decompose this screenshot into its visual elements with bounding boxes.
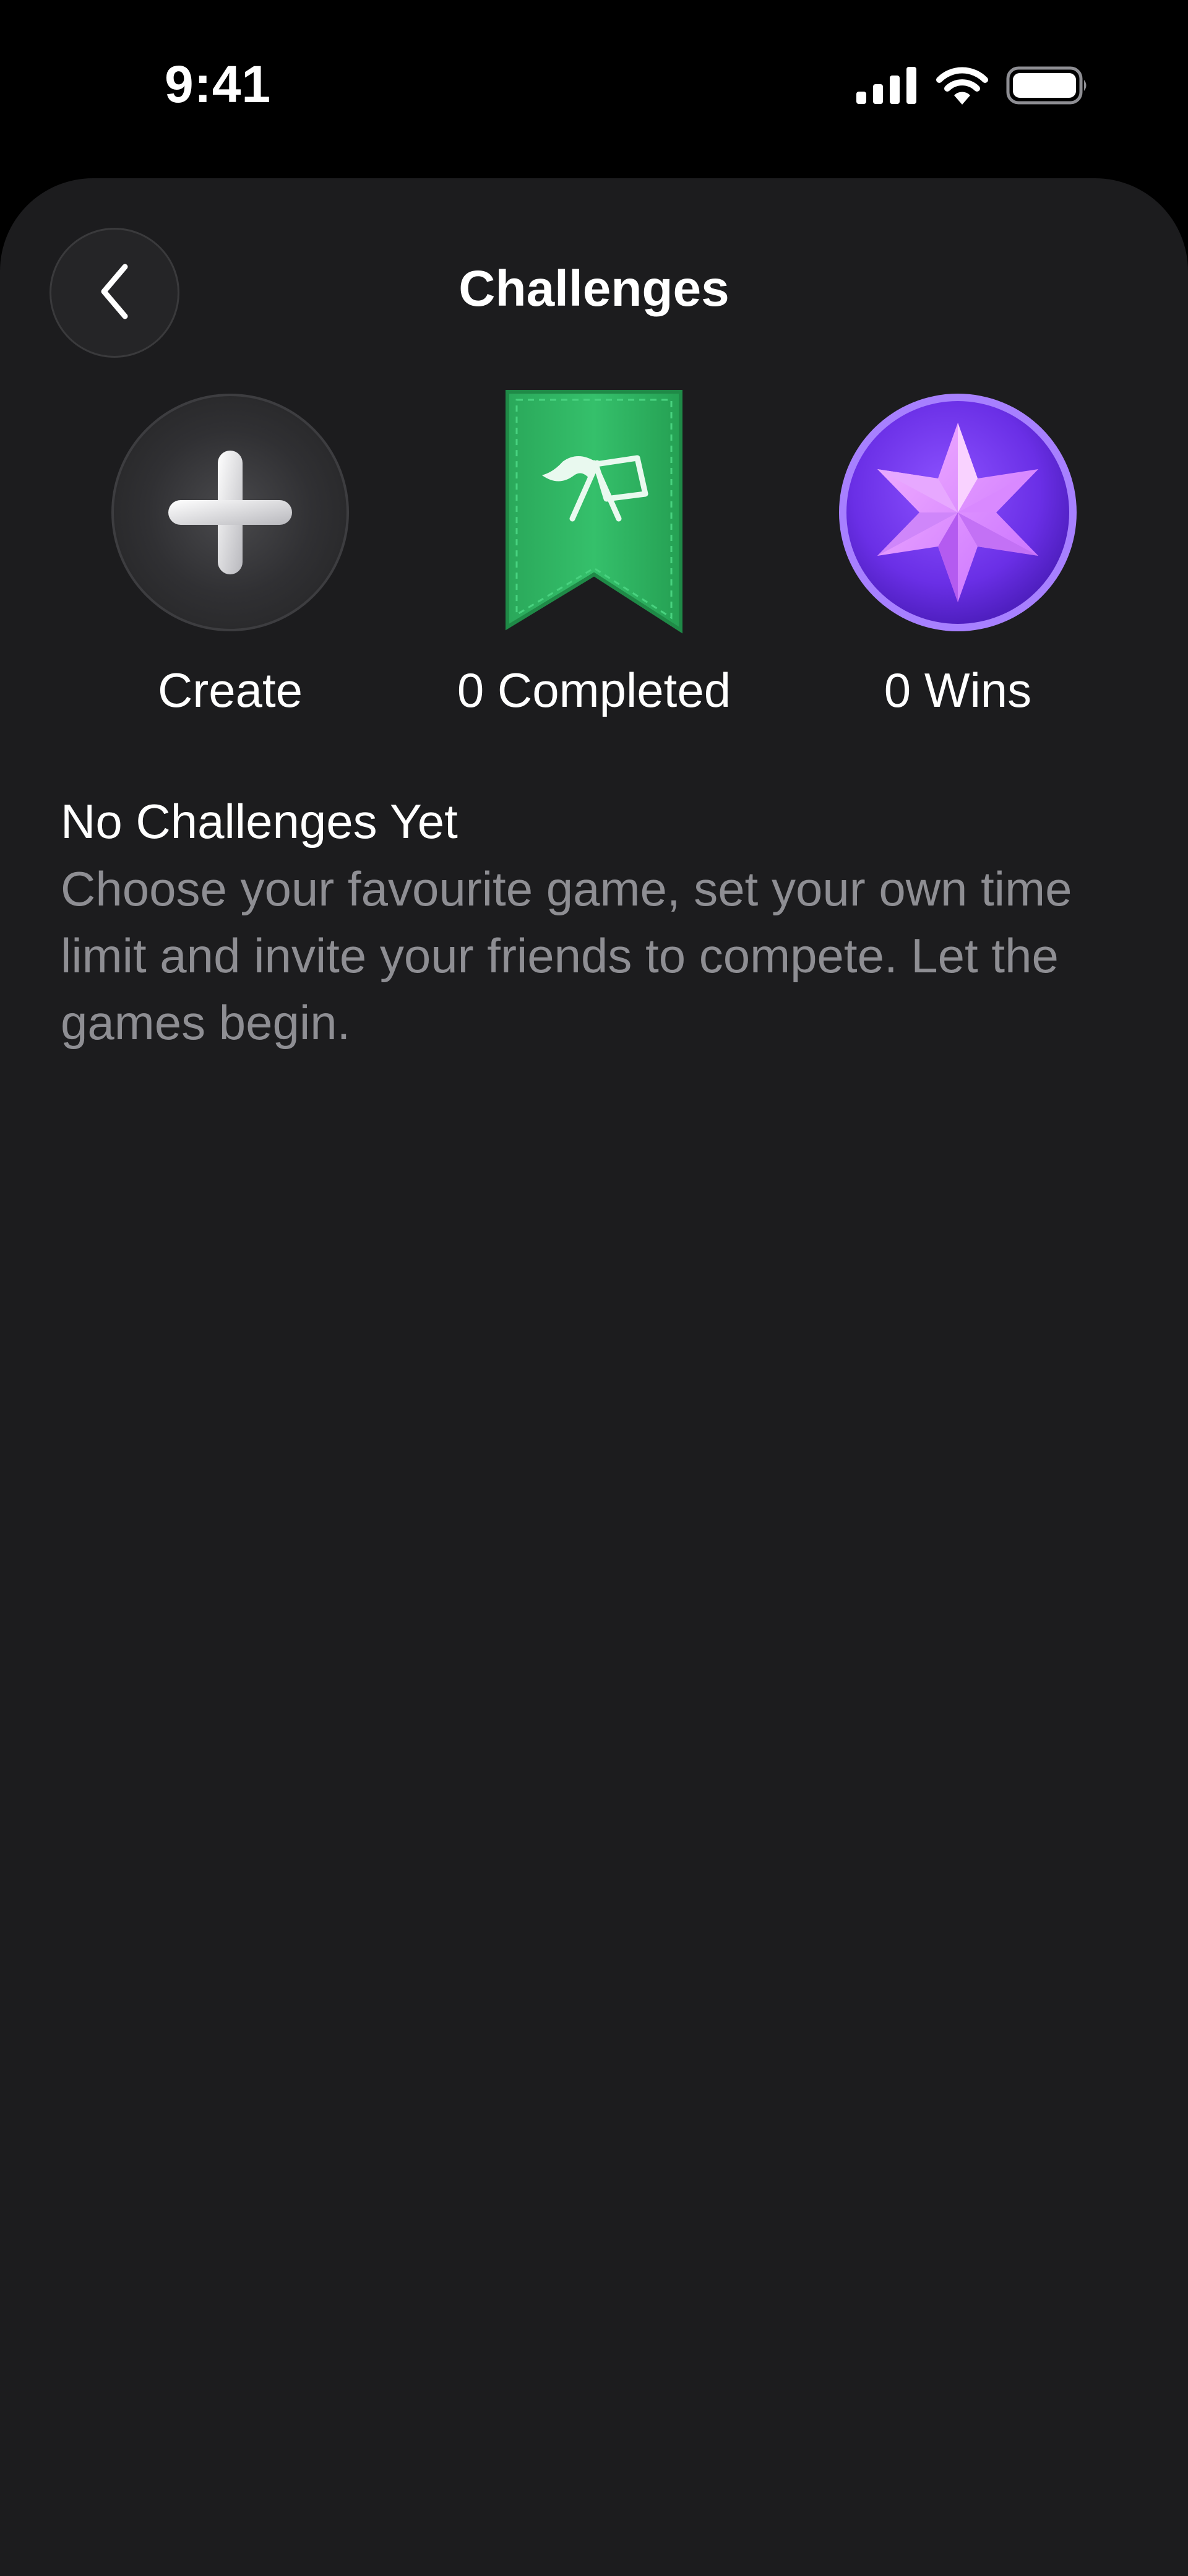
status-icons bbox=[856, 64, 1089, 109]
create-label: Create bbox=[157, 663, 303, 717]
status-time: 9:41 bbox=[165, 55, 272, 113]
wins-label: 0 Wins bbox=[884, 663, 1032, 717]
flags-banner-icon bbox=[504, 389, 684, 639]
empty-state-title: No Challenges Yet bbox=[61, 794, 458, 849]
completed-challenges-button[interactable]: 0 Completed bbox=[421, 389, 767, 737]
status-bar: 9:41 bbox=[0, 0, 1188, 178]
cellular-signal-icon bbox=[856, 66, 918, 107]
wifi-icon bbox=[936, 66, 989, 108]
star-medal-icon bbox=[834, 389, 1082, 639]
create-challenge-button[interactable]: Create bbox=[57, 390, 403, 737]
completed-art bbox=[421, 389, 767, 639]
battery-icon bbox=[1006, 66, 1089, 108]
empty-state-body: Choose your favourite game, set your own… bbox=[61, 862, 1072, 1050]
plus-icon bbox=[106, 389, 354, 639]
wins-button[interactable]: 0 Wins bbox=[785, 390, 1131, 737]
page-title: Challenges bbox=[458, 261, 730, 317]
completed-label: 0 Completed bbox=[457, 663, 731, 717]
create-art bbox=[57, 390, 403, 638]
wins-art bbox=[785, 390, 1131, 638]
